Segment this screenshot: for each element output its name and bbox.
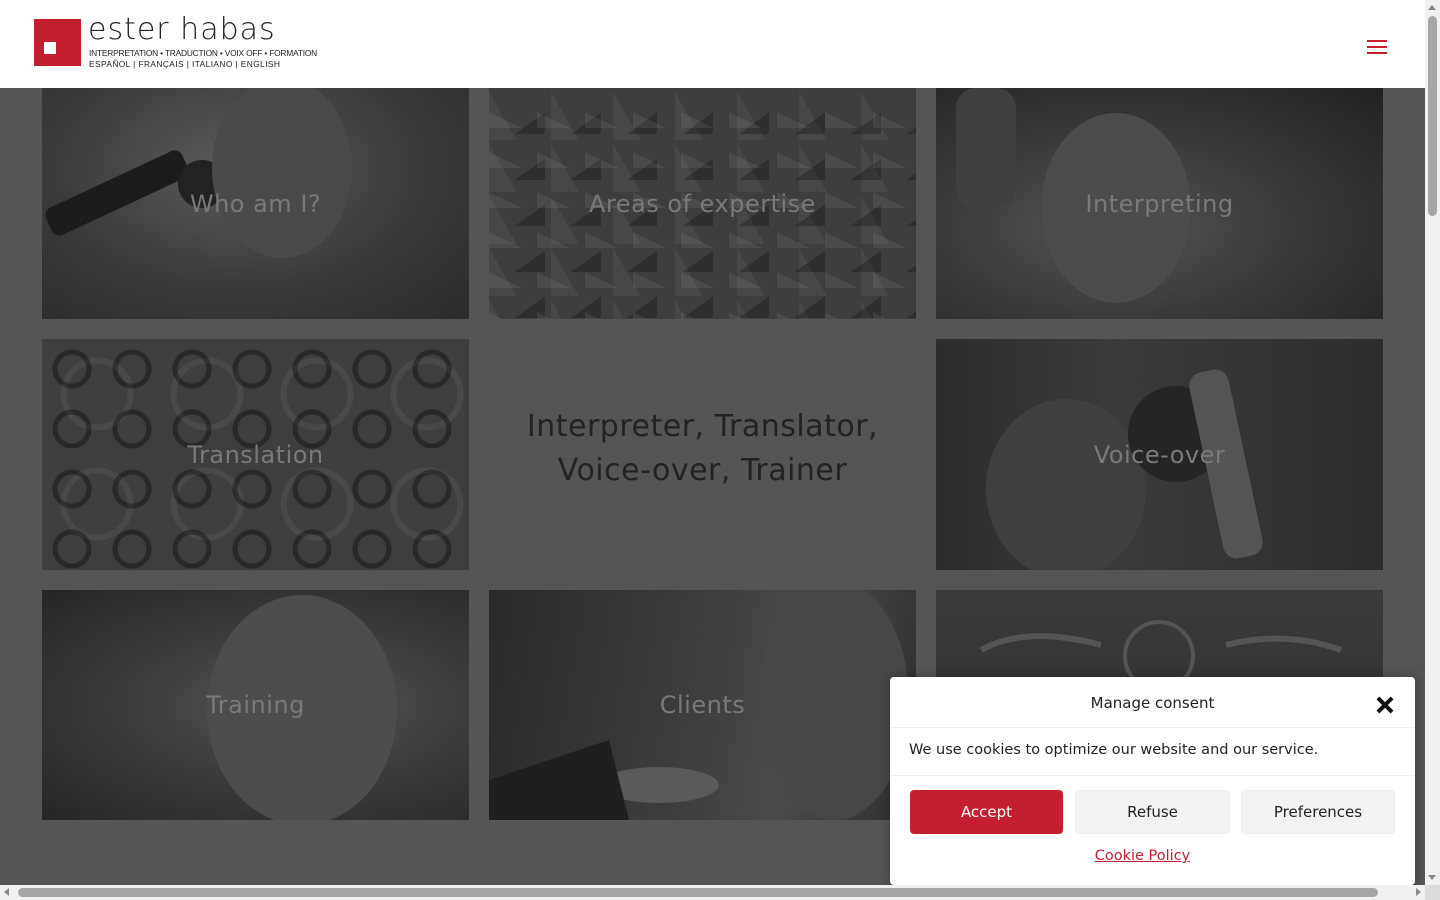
logo-mark xyxy=(34,19,81,66)
tile-label: Training xyxy=(206,691,305,719)
logo-tagline: INTERPRETATION • TRADUCTION • VOIX OFF •… xyxy=(89,48,318,58)
site-header: ester habas INTERPRETATION • TRADUCTION … xyxy=(0,0,1425,88)
tile-label: Voice-over xyxy=(1093,440,1226,469)
heading-line-2: Voice-over, Trainer xyxy=(557,453,848,488)
scrollbar-thumb[interactable] xyxy=(1428,16,1437,216)
divider xyxy=(890,727,1415,728)
scroll-right-icon[interactable] xyxy=(1416,888,1421,896)
cookie-consent-dialog: Manage consent We use cookies to optimiz… xyxy=(890,677,1415,885)
consent-title: Manage consent xyxy=(1090,694,1215,712)
scrollbar-thumb[interactable] xyxy=(18,888,1378,897)
tile-voice-over[interactable]: Voice-over xyxy=(936,339,1383,570)
tile-label: Interpreting xyxy=(1085,189,1234,218)
preferences-button[interactable]: Preferences xyxy=(1241,790,1395,834)
tile-who-am-i[interactable]: Who am I? xyxy=(42,88,469,319)
scroll-left-icon[interactable] xyxy=(4,888,9,896)
center-heading-block: Interpreter, Translator, Voice-over, Tra… xyxy=(489,339,916,569)
heading-line-1: Interpreter, Translator, xyxy=(526,409,879,444)
hamburger-menu-icon[interactable] xyxy=(1367,40,1387,56)
cookie-policy-link[interactable]: Cookie Policy xyxy=(890,848,1395,864)
scroll-down-icon[interactable] xyxy=(1428,875,1436,880)
tile-label: Translation xyxy=(187,440,324,469)
scroll-up-icon[interactable] xyxy=(1428,5,1436,10)
close-icon[interactable] xyxy=(1376,696,1394,714)
tile-interpreting[interactable]: Interpreting xyxy=(936,88,1383,319)
consent-message: We use cookies to optimize our website a… xyxy=(909,742,1319,758)
page-heading: Interpreter, Translator, Voice-over, Tra… xyxy=(527,405,878,493)
site-logo[interactable]: ester habas INTERPRETATION • TRADUCTION … xyxy=(34,12,317,70)
tile-clients[interactable]: Clients xyxy=(489,590,916,820)
accept-button[interactable]: Accept xyxy=(910,790,1063,834)
tile-label: Who am I? xyxy=(189,189,322,218)
horizontal-scrollbar[interactable] xyxy=(0,885,1425,900)
tile-translation[interactable]: Translation xyxy=(42,339,469,570)
tile-label: Areas of expertise xyxy=(589,189,816,218)
refuse-button[interactable]: Refuse xyxy=(1075,790,1230,834)
divider xyxy=(890,775,1415,776)
logo-languages: ESPAÑOL | FRANÇAIS | ITALIANO | ENGLISH xyxy=(89,59,281,69)
tile-areas-of-expertise[interactable]: Areas of expertise xyxy=(489,88,916,319)
tile-label: Clients xyxy=(659,691,746,719)
logo-name: ester habas xyxy=(88,12,276,47)
tile-training[interactable]: Training xyxy=(42,590,469,820)
vertical-scrollbar[interactable] xyxy=(1425,0,1440,885)
scrollbar-corner xyxy=(1425,885,1440,900)
